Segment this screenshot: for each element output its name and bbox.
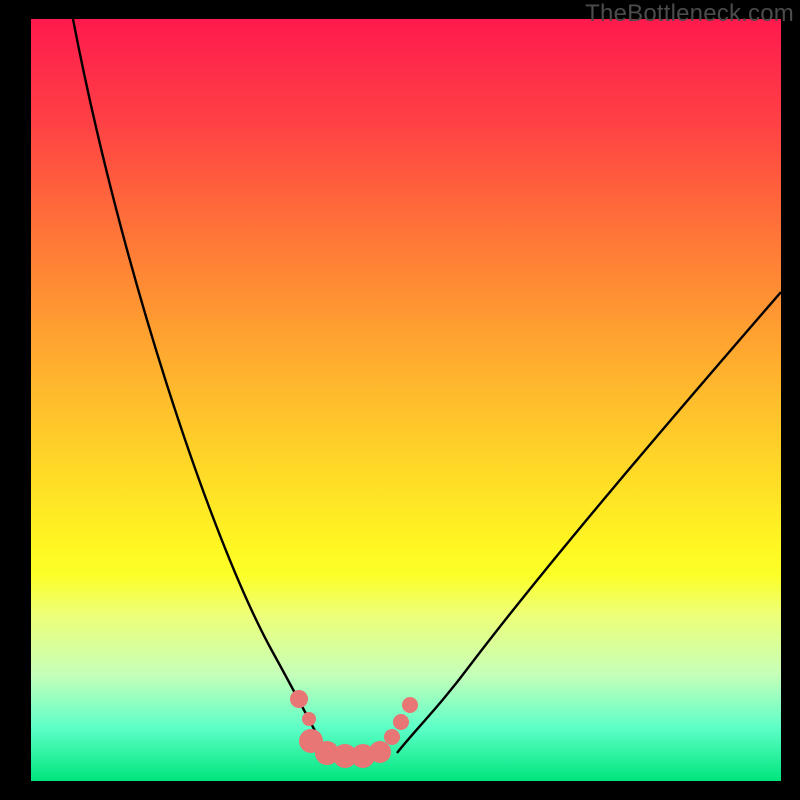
plot-area <box>31 19 781 781</box>
chart-frame: TheBottleneck.com <box>0 0 800 800</box>
right-curve <box>397 292 781 753</box>
marker <box>384 729 400 745</box>
marker <box>290 690 308 708</box>
chart-svg <box>31 19 781 781</box>
marker-group <box>290 690 418 768</box>
marker <box>393 714 409 730</box>
marker <box>302 712 316 726</box>
watermark-text: TheBottleneck.com <box>585 0 794 28</box>
marker <box>402 697 418 713</box>
marker <box>369 741 391 763</box>
left-curve <box>73 19 327 754</box>
